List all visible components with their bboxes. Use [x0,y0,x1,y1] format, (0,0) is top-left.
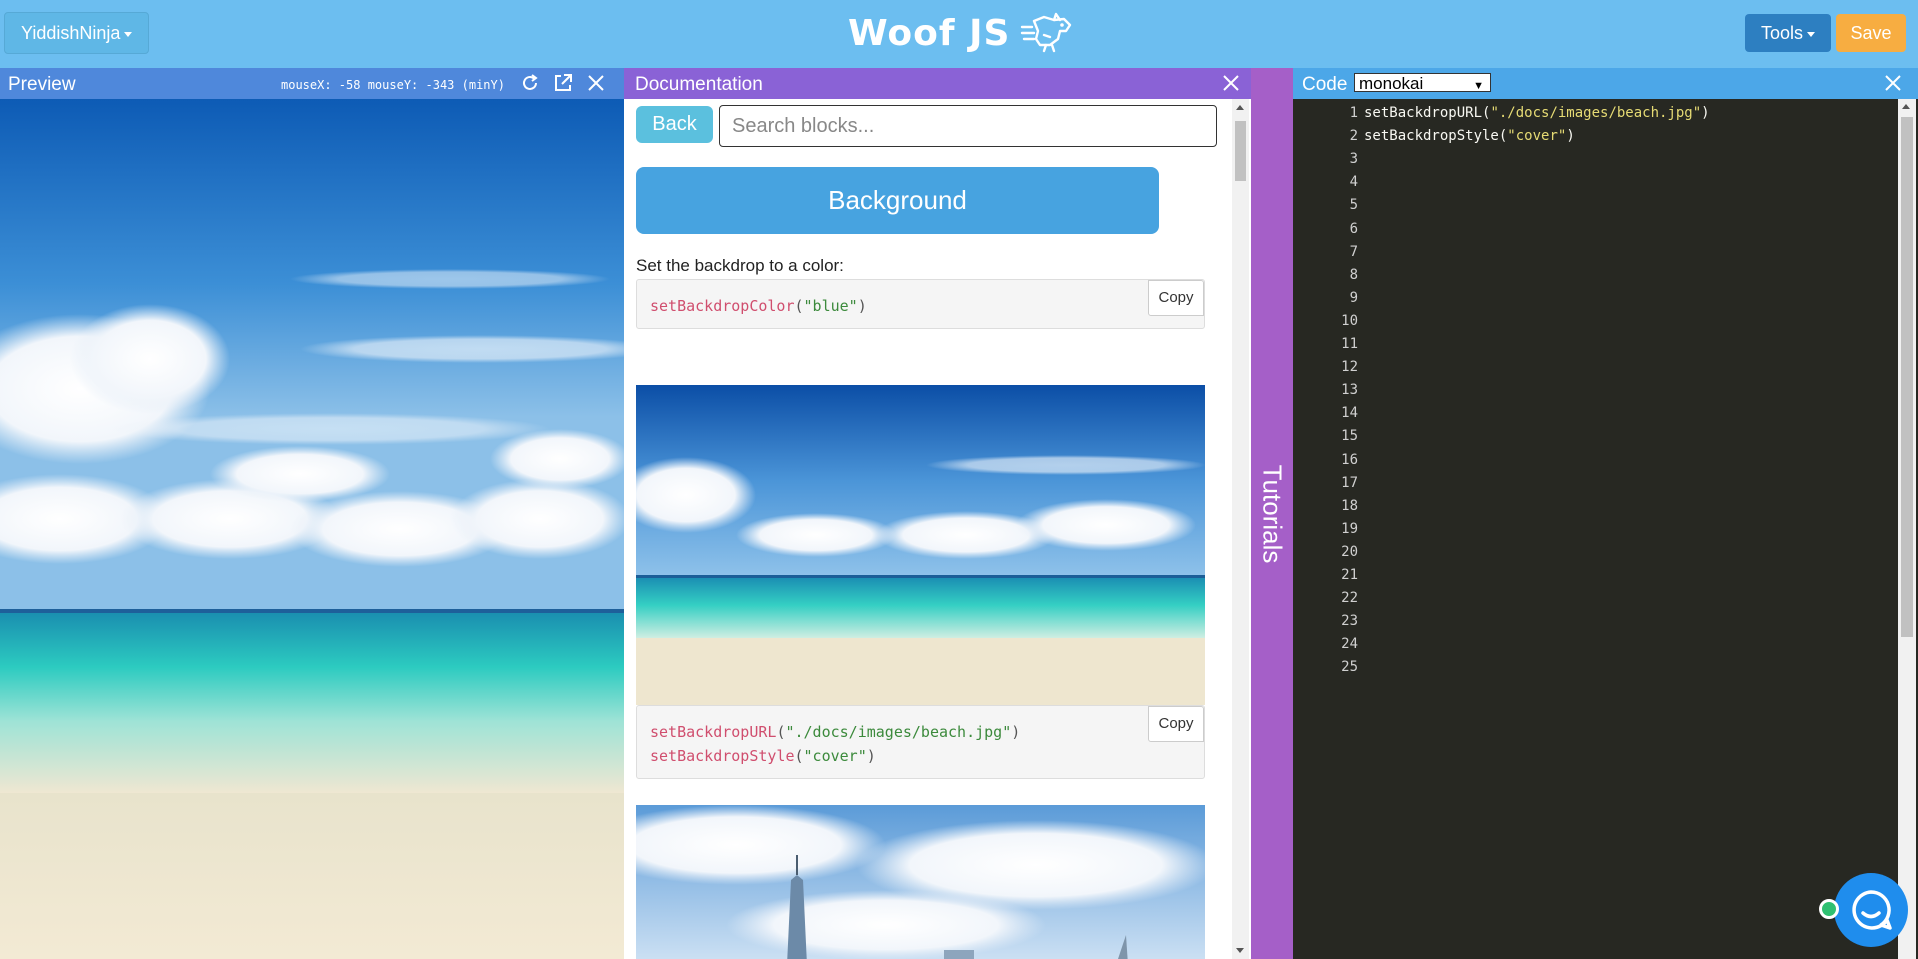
line-number: 24 [1341,636,1358,653]
code-string: "./docs/images/beach.jpg" [785,723,1012,741]
close-icon[interactable] [1220,72,1242,94]
preview-canvas[interactable] [0,99,624,959]
documentation-body: Back Background Set the backdrop to a co… [624,99,1251,959]
external-link-icon[interactable] [552,72,574,94]
code-line: setBackdropStyle("cover") [1364,128,1575,144]
code-header: Code monokai ▼ [1293,68,1918,99]
scroll-down-icon[interactable] [1236,948,1244,953]
scroll-up-icon[interactable] [1236,105,1244,110]
line-number: 13 [1341,382,1358,399]
chat-icon [1852,890,1892,930]
code-panel: Code monokai ▼ 1 setBackdropURL("./docs/i… [1293,68,1918,959]
code-editor[interactable]: 1 setBackdropURL("./docs/images/beach.jpg… [1293,99,1918,959]
line-number: 19 [1341,520,1358,537]
tutorials-label: Tutorials [1257,464,1288,564]
documentation-panel: Documentation Back Background Set the ba… [624,68,1251,959]
line-number: 22 [1341,590,1358,607]
tutorials-tab[interactable]: Tutorials [1251,68,1293,959]
background-section-button[interactable]: Background [636,167,1159,234]
theme-select[interactable]: monokai ▼ [1354,73,1491,93]
copy-button[interactable]: Copy [1148,706,1204,742]
preview-panel: Preview mouseX: -58 mouseY: -343 (minY) [0,68,624,959]
code-function: setBackdropColor [650,297,795,315]
user-menu-label: YiddishNinja [21,23,121,43]
chevron-down-icon: ▼ [1473,80,1484,92]
line-number: 21 [1341,567,1358,583]
editor-scroll-thumb[interactable] [1901,117,1913,637]
tools-label: Tools [1760,23,1804,43]
line-number: 9 [1349,289,1358,306]
line-number: 23 [1341,613,1358,630]
editor-scrollbar[interactable] [1898,99,1916,959]
logo: Woof JS [848,8,1074,58]
documentation-scrollbar[interactable] [1232,99,1249,959]
dog-logo-icon [1021,12,1072,53]
line-number: 2 [1349,128,1358,145]
scroll-up-icon[interactable] [1902,104,1910,109]
mouse-coordinates-readout: mouseX: -58 mouseY: -343 (minY) [281,78,505,92]
code-string: "cover" [803,747,867,765]
line-number: 25 [1341,659,1358,676]
line-number: 10 [1341,312,1358,329]
code-punctuation: ) [1566,128,1575,145]
code-function: setBackdropStyle [650,747,795,765]
search-blocks-input[interactable] [719,105,1217,147]
top-bar: YiddishNinja Woof JS Tools Save [0,0,1918,68]
line-number: 8 [1349,266,1358,283]
documentation-header: Documentation [624,68,1251,99]
preview-header: Preview mouseX: -58 mouseY: -343 (minY) [0,68,624,99]
line-number: 6 [1349,220,1358,237]
preview-title: Preview [8,74,76,95]
line-number: 12 [1341,359,1358,376]
online-status-dot [1819,899,1839,919]
city-example-image [636,805,1205,959]
code-line: setBackdropURL("./docs/images/beach.jpg"… [1364,105,1710,121]
copy-button[interactable]: Copy [1148,280,1204,316]
tools-menu-button[interactable]: Tools [1745,14,1831,52]
back-button[interactable]: Back [636,106,713,143]
code-example-backdrop-color: setBackdropColor("blue") Copy [636,279,1205,329]
code-string: "cover" [1507,128,1567,145]
backdrop-color-description: Set the backdrop to a color: [636,256,844,275]
chat-button[interactable] [1834,873,1908,947]
logo-text: Woof JS [848,12,1011,54]
line-number: 14 [1341,405,1358,422]
line-number: 18 [1341,497,1358,514]
line-number: 4 [1349,174,1358,191]
code-title: Code [1302,74,1348,95]
theme-select-value: monokai [1359,74,1424,93]
line-number: 17 [1341,474,1358,491]
refresh-icon[interactable] [519,72,541,94]
code-string: "blue" [803,297,858,315]
line-number: 5 [1349,197,1358,214]
line-number: 7 [1349,243,1358,260]
code-function: setBackdropStyle( [1364,128,1508,145]
line-number: 1 [1349,105,1358,121]
code-example-backdrop-url: setBackdropURL("./docs/images/beach.jpg"… [636,705,1205,779]
chevron-down-icon [124,31,133,37]
code-function: setBackdropURL [650,723,777,741]
code-string: "./docs/images/beach.jpg" [1490,105,1702,121]
line-number: 16 [1341,451,1358,468]
close-icon[interactable] [585,72,607,94]
line-number: 3 [1349,151,1358,168]
beach-example-image [636,385,1205,705]
line-number: 20 [1341,543,1358,560]
save-button[interactable]: Save [1836,14,1906,52]
close-icon[interactable] [1882,72,1904,94]
line-number: 11 [1341,336,1358,352]
line-number: 15 [1341,428,1358,445]
user-menu-button[interactable]: YiddishNinja [4,12,150,54]
documentation-scroll-thumb[interactable] [1235,121,1246,181]
documentation-title: Documentation [635,74,763,95]
code-function: setBackdropURL( [1364,105,1491,121]
code-punctuation: ) [1701,105,1710,121]
chevron-down-icon [1807,31,1816,37]
